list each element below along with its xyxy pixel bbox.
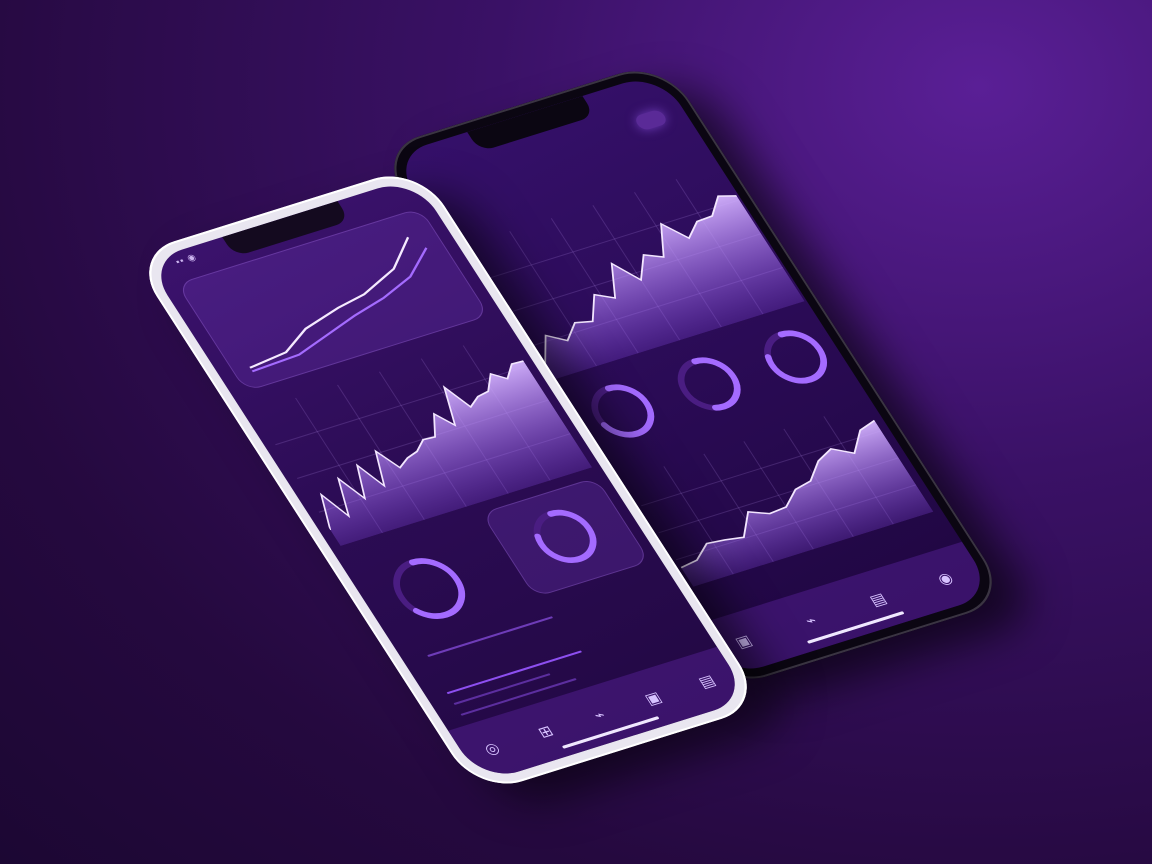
nav-reports-icon[interactable]: ▤ [687,666,727,697]
nav-home-icon[interactable]: ◎ [472,733,512,764]
ring-stat-3 [748,320,843,394]
summary-pill-button[interactable] [632,108,669,132]
ring-stat-2 [661,347,756,421]
ring-value [517,499,612,573]
nav-activity-icon[interactable]: ⌁ [791,605,831,636]
ring-stat-main [375,547,483,631]
trend-line [251,247,428,373]
ring-value [748,320,843,394]
stage: ▣ ⌁ ▤ ◉ ▪▪ ◉ ◎ ⊞ ⌁ ▣ ▤ [0,0,1152,864]
ring-value [375,547,483,631]
notch [467,96,596,152]
secondary-stat-card[interactable] [480,477,651,598]
nav-activity-icon[interactable]: ⌁ [579,699,619,730]
bottom-nav: ◎ ⊞ ⌁ ▣ ▤ [448,646,751,783]
ring-value [661,347,756,421]
progress-line [446,650,583,695]
divider [427,616,554,657]
status-bar: ▪▪ ◉ [173,251,199,267]
nav-wallet-icon[interactable]: ▣ [633,683,673,714]
nav-grid-icon[interactable]: ⊞ [526,716,566,747]
ring-stat-secondary [517,499,612,573]
nav-reports-icon[interactable]: ▤ [858,584,898,615]
nav-profile-icon[interactable]: ◉ [925,563,965,594]
trend-line [249,236,410,369]
